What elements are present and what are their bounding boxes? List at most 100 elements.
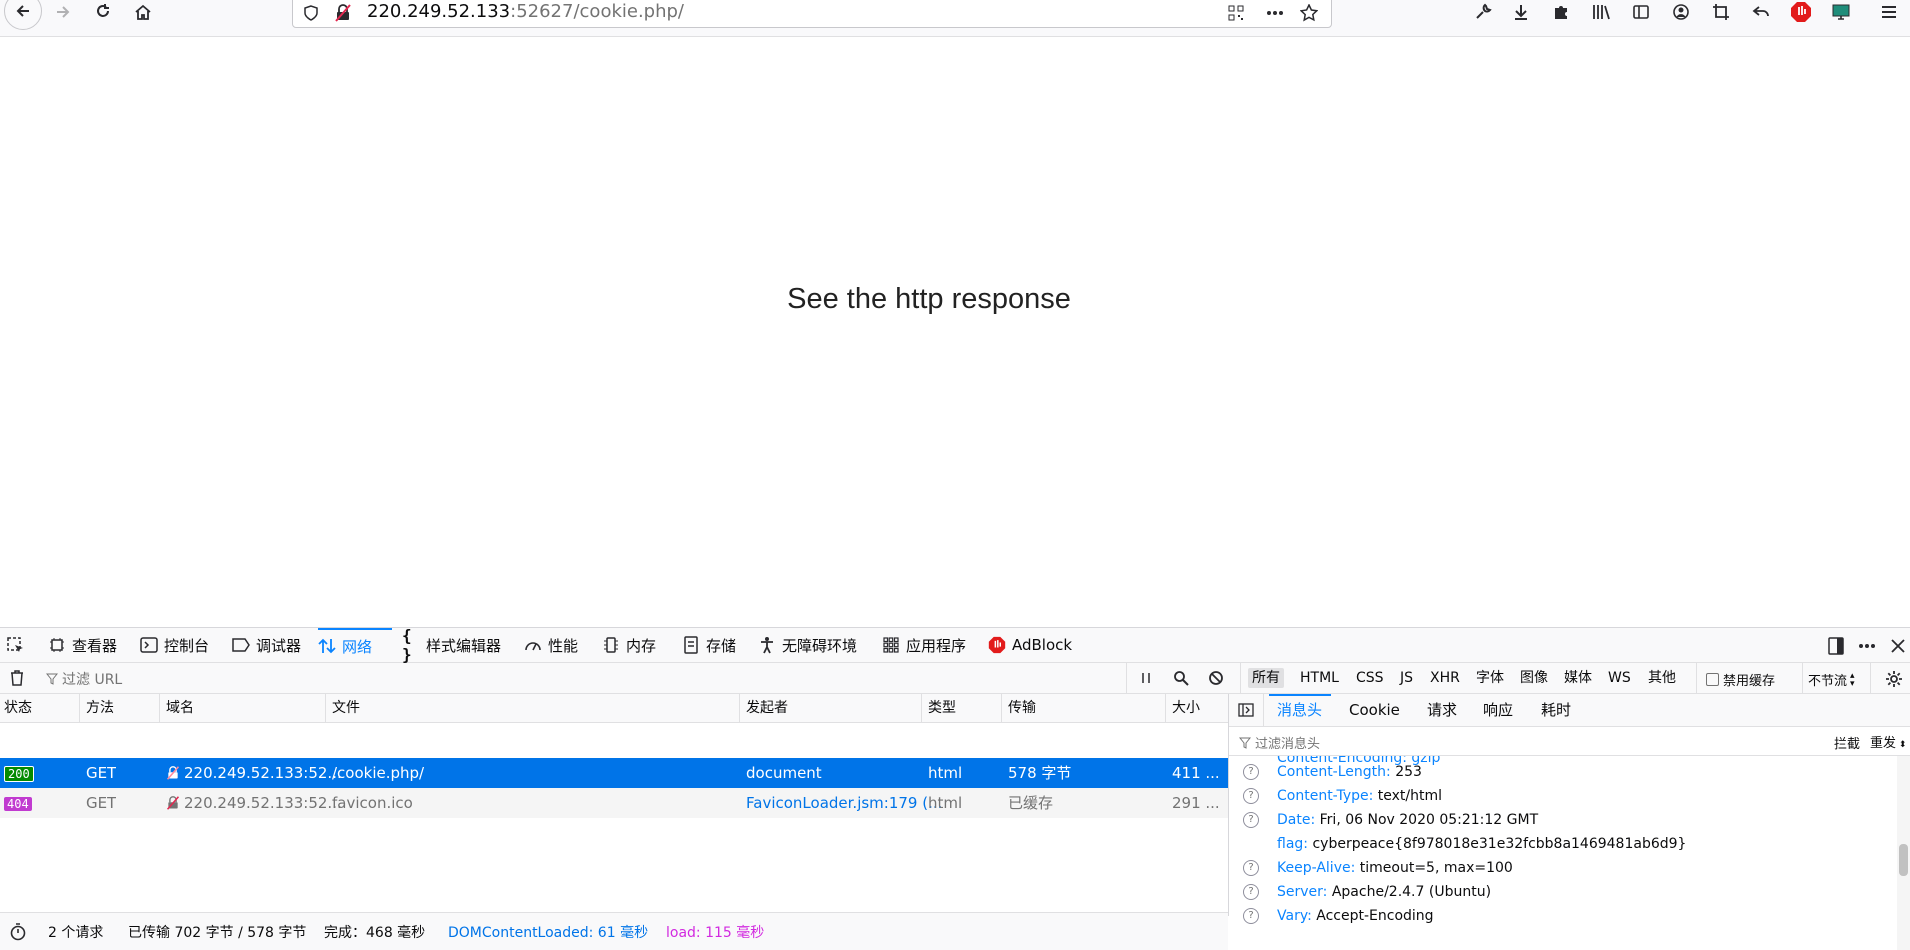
domain-text: 220.249.52.133:52... bbox=[184, 794, 342, 812]
tab-cookies[interactable]: Cookie bbox=[1349, 694, 1400, 726]
finish-time: 完成：468 毫秒 bbox=[324, 925, 426, 941]
crop-icon[interactable] bbox=[1708, 0, 1734, 24]
tab-memory[interactable]: 内存 bbox=[602, 628, 656, 662]
insecure-lock-icon[interactable] bbox=[333, 3, 353, 23]
header-row[interactable]: flag: cyberpeace{8f978018e31e32fcbb8a146… bbox=[1229, 832, 1889, 856]
col-initiator[interactable]: 发起者 bbox=[740, 694, 922, 722]
url-bar[interactable]: 220.249.52.133:52627/cookie.php/ bbox=[292, 0, 1332, 28]
help-question-icon[interactable]: ? bbox=[1243, 908, 1259, 924]
devtools-menu-icon[interactable] bbox=[1856, 636, 1878, 656]
trash-clear-icon[interactable] bbox=[8, 669, 26, 687]
header-row[interactable]: ? Content-Type: text/html bbox=[1229, 784, 1889, 808]
block-button[interactable]: 拦截 bbox=[1834, 733, 1860, 752]
table-row[interactable]: 200 GET 220.249.52.133:52... /cookie.php… bbox=[0, 758, 1228, 788]
tab-timings[interactable]: 耗时 bbox=[1541, 694, 1571, 726]
toggle-panel-icon[interactable] bbox=[1237, 702, 1255, 718]
page-message: See the http response bbox=[787, 283, 1071, 315]
tab-accessibility[interactable]: 无障碍环境 bbox=[758, 628, 857, 662]
tracking-protection-shield-icon[interactable] bbox=[301, 3, 321, 23]
help-question-icon[interactable]: ? bbox=[1243, 860, 1259, 876]
tab-debugger[interactable]: 调试器 bbox=[232, 628, 301, 662]
adblock-icon[interactable] bbox=[1788, 0, 1814, 24]
tab-application[interactable]: 应用程序 bbox=[882, 628, 966, 662]
settings-gear-icon[interactable] bbox=[1884, 669, 1904, 689]
tab-adblock[interactable]: AdBlock bbox=[988, 628, 1072, 662]
tab-console[interactable]: 控制台 bbox=[140, 628, 209, 662]
headers-scrollbar[interactable] bbox=[1897, 756, 1910, 950]
scrollbar-thumb[interactable] bbox=[1899, 844, 1908, 876]
filter-type-other[interactable]: 其他 bbox=[1644, 668, 1680, 688]
sidebar-icon[interactable] bbox=[1628, 0, 1654, 24]
col-transfer[interactable]: 传输 bbox=[1002, 694, 1166, 722]
wrench-icon[interactable] bbox=[1470, 0, 1496, 24]
close-devtools-icon[interactable] bbox=[1888, 636, 1908, 656]
element-picker-icon[interactable] bbox=[6, 636, 26, 656]
initiator-cell[interactable]: FaviconLoader.jsm:179 (... bbox=[746, 788, 942, 818]
account-icon[interactable] bbox=[1668, 0, 1694, 24]
filter-type-js[interactable]: JS bbox=[1396, 668, 1417, 688]
tab-performance[interactable]: 性能 bbox=[524, 628, 578, 662]
header-row[interactable]: ? Server: Apache/2.4.7 (Ubuntu) bbox=[1229, 880, 1889, 904]
tab-style-editor[interactable]: { } 样式编辑器 bbox=[402, 626, 501, 664]
header-row[interactable]: ? Vary: Accept-Encoding bbox=[1229, 904, 1889, 928]
pause-icon[interactable] bbox=[1138, 670, 1154, 686]
disable-cache-checkbox[interactable]: 禁用缓存 bbox=[1706, 670, 1775, 689]
filter-type-ws[interactable]: WS bbox=[1604, 668, 1635, 688]
col-method[interactable]: 方法 bbox=[80, 694, 160, 722]
dock-side-icon[interactable] bbox=[1826, 636, 1846, 656]
home-button[interactable] bbox=[130, 0, 156, 24]
filter-type-html[interactable]: HTML bbox=[1296, 668, 1343, 688]
tab-label: 存储 bbox=[706, 636, 737, 655]
col-size[interactable]: 大小 bbox=[1166, 694, 1228, 722]
throttle-select[interactable]: 不节流 ▴ ▾ bbox=[1808, 670, 1855, 689]
header-filter-input[interactable]: 过滤消息头 bbox=[1239, 733, 1320, 752]
help-question-icon[interactable]: ? bbox=[1243, 788, 1259, 804]
header-row[interactable]: ? Date: Fri, 06 Nov 2020 05:21:12 GMT bbox=[1229, 808, 1889, 832]
resend-button[interactable]: 重发 ⬍ bbox=[1870, 732, 1906, 751]
tab-network[interactable]: 网络 bbox=[318, 628, 392, 662]
tab-headers[interactable]: 消息头 bbox=[1269, 694, 1331, 726]
tab-request[interactable]: 请求 bbox=[1427, 694, 1457, 726]
filter-type-fonts[interactable]: 字体 bbox=[1472, 668, 1508, 688]
filter-type-media[interactable]: 媒体 bbox=[1560, 668, 1596, 688]
filter-type-css[interactable]: CSS bbox=[1352, 668, 1388, 688]
help-question-icon[interactable]: ? bbox=[1243, 884, 1259, 900]
qr-code-icon[interactable] bbox=[1226, 3, 1246, 23]
url-filter-input[interactable]: 过滤 URL bbox=[46, 669, 122, 689]
tab-storage[interactable]: 存储 bbox=[682, 628, 736, 662]
col-type[interactable]: 类型 bbox=[922, 694, 1002, 722]
monitor-icon[interactable] bbox=[1828, 0, 1854, 24]
download-icon[interactable] bbox=[1508, 0, 1534, 24]
stopwatch-icon[interactable] bbox=[8, 922, 28, 942]
network-toolbar: 过滤 URL 所有 HTML CSS JS XHR 字体 图像 媒体 WS 其他… bbox=[0, 663, 1910, 694]
filter-type-images[interactable]: 图像 bbox=[1516, 668, 1552, 688]
col-domain[interactable]: 域名 bbox=[160, 694, 326, 722]
checkbox-label: 禁用缓存 bbox=[1723, 674, 1776, 689]
help-question-icon[interactable]: ? bbox=[1243, 764, 1259, 780]
search-icon[interactable] bbox=[1172, 669, 1190, 687]
tab-inspector[interactable]: 查看器 bbox=[48, 628, 117, 662]
transfer-cell: 已缓存 bbox=[1008, 794, 1054, 812]
library-icon[interactable] bbox=[1588, 0, 1614, 24]
url-text[interactable]: 220.249.52.133:52627/cookie.php/ bbox=[367, 1, 684, 22]
back-arrow-icon bbox=[16, 5, 29, 17]
tab-response[interactable]: 响应 bbox=[1483, 694, 1513, 726]
col-status[interactable]: 状态 bbox=[0, 694, 80, 722]
filter-type-xhr[interactable]: XHR bbox=[1426, 668, 1464, 688]
back-button[interactable] bbox=[4, 0, 42, 30]
block-icon[interactable] bbox=[1207, 669, 1225, 687]
undo-arrow-icon[interactable] bbox=[1748, 0, 1774, 24]
header-row[interactable]: ? Keep-Alive: timeout=5, max=100 bbox=[1229, 856, 1889, 880]
extensions-puzzle-icon[interactable] bbox=[1548, 0, 1574, 24]
table-row[interactable]: 404 GET 220.249.52.133:52... favicon.ico… bbox=[0, 788, 1228, 818]
reload-button[interactable] bbox=[90, 0, 116, 24]
bookmark-star-icon[interactable] bbox=[1297, 1, 1321, 25]
forward-button[interactable] bbox=[50, 0, 76, 24]
filter-type-all[interactable]: 所有 bbox=[1248, 668, 1284, 688]
page-actions-menu-icon[interactable] bbox=[1263, 3, 1287, 23]
hamburger-menu-icon[interactable] bbox=[1876, 0, 1902, 24]
header-filter-bar: 过滤消息头 拦截 重发 ⬍ bbox=[1229, 727, 1910, 756]
header-row[interactable]: ? Content-Length: 253 bbox=[1229, 760, 1889, 784]
help-question-icon[interactable]: ? bbox=[1243, 812, 1259, 828]
col-file[interactable]: 文件 bbox=[326, 694, 740, 722]
